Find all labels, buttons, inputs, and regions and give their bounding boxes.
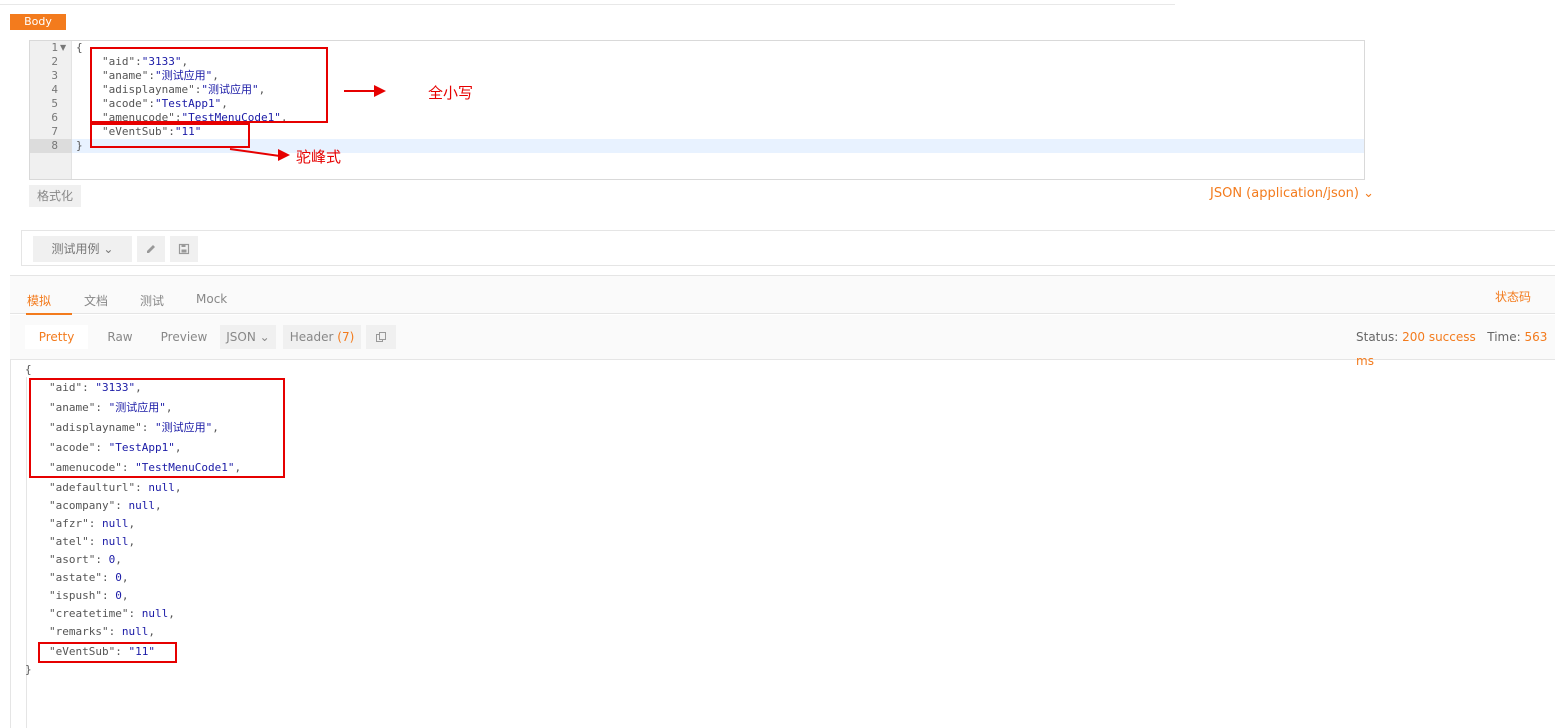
response-tabs: 模拟 文档 测试 Mock 状态码: [10, 276, 1555, 315]
save-icon: [178, 243, 190, 255]
response-line: "atel": null,: [49, 535, 136, 548]
response-camelcase-highlight-box: [38, 642, 177, 663]
pencil-icon: [147, 245, 155, 253]
line-number: 3: [51, 69, 58, 82]
status-info: Status: 200 success Time: 563 ms: [1356, 330, 1548, 368]
response-view-bar: Pretty Raw Preview JSON ⌄ Header (7) Sta…: [10, 315, 1555, 368]
format-button[interactable]: 格式化: [29, 185, 81, 207]
line-number: 1: [51, 41, 58, 54]
line-number: 4: [51, 83, 58, 96]
line-number: 2: [51, 55, 58, 68]
code-line: {: [76, 41, 83, 54]
response-line: "astate": 0,: [49, 571, 129, 584]
response-line: "adefaulturl": null,: [49, 481, 182, 494]
line-number: 6: [51, 111, 58, 124]
preview-button[interactable]: Preview: [154, 325, 214, 349]
tab-docs[interactable]: 文档: [84, 292, 108, 309]
body-tab[interactable]: Body: [10, 14, 66, 30]
chevron-down-icon: ⌄: [103, 242, 114, 256]
response-line: "ispush": 0,: [49, 589, 129, 602]
response-line: "createtime": null,: [49, 607, 175, 620]
pretty-button[interactable]: Pretty: [25, 325, 88, 349]
code-line: }: [76, 139, 83, 152]
copy-icon: [376, 332, 386, 342]
header-button[interactable]: Header (7): [283, 325, 361, 349]
raw-button[interactable]: Raw: [90, 325, 150, 349]
chevron-down-icon: ⌄: [259, 330, 270, 344]
chevron-down-icon: ⌄: [1363, 186, 1375, 201]
arrow-right-icon: [374, 85, 386, 97]
json-format-select[interactable]: JSON ⌄: [220, 325, 276, 349]
tab-test[interactable]: 测试: [140, 292, 164, 309]
camelcase-highlight-box: [90, 123, 250, 148]
content-type-select[interactable]: JSON (application/json) ⌄: [1210, 186, 1374, 201]
top-divider: [0, 4, 1175, 5]
tab-mock-sim[interactable]: 模拟: [27, 292, 51, 309]
line-number: 5: [51, 97, 58, 110]
fold-arrow-icon[interactable]: ▼: [60, 41, 66, 55]
line-number-gutter: 1 ▼ 2 3 4 5 6 7 8: [30, 41, 72, 179]
lowercase-annotation: 全小写: [428, 84, 474, 102]
camelcase-annotation: 驼峰式: [296, 148, 342, 166]
edit-button[interactable]: [137, 236, 165, 262]
arrow-right-icon: [278, 149, 290, 161]
line-number: 7: [51, 125, 58, 138]
response-line: "remarks": null,: [49, 625, 155, 638]
response-line: {: [25, 363, 32, 376]
line-number: 8: [51, 139, 58, 152]
response-line: "acompany": null,: [49, 499, 162, 512]
arrow-right-icon: [344, 90, 376, 92]
response-line: "afzr": null,: [49, 517, 136, 530]
save-button[interactable]: [170, 236, 198, 262]
status-value: 200 success: [1402, 330, 1476, 344]
testcase-toolbar: 测试用例 ⌄: [21, 230, 1555, 266]
tab-mock[interactable]: Mock: [196, 292, 227, 306]
testcase-dropdown[interactable]: 测试用例 ⌄: [33, 236, 132, 262]
status-code-link[interactable]: 状态码: [1495, 288, 1531, 305]
response-line: }: [25, 663, 32, 676]
copy-button[interactable]: [366, 325, 396, 349]
response-lowercase-highlight-box: [29, 378, 285, 478]
lowercase-highlight-box: [90, 47, 328, 123]
response-line: "asort": 0,: [49, 553, 122, 566]
